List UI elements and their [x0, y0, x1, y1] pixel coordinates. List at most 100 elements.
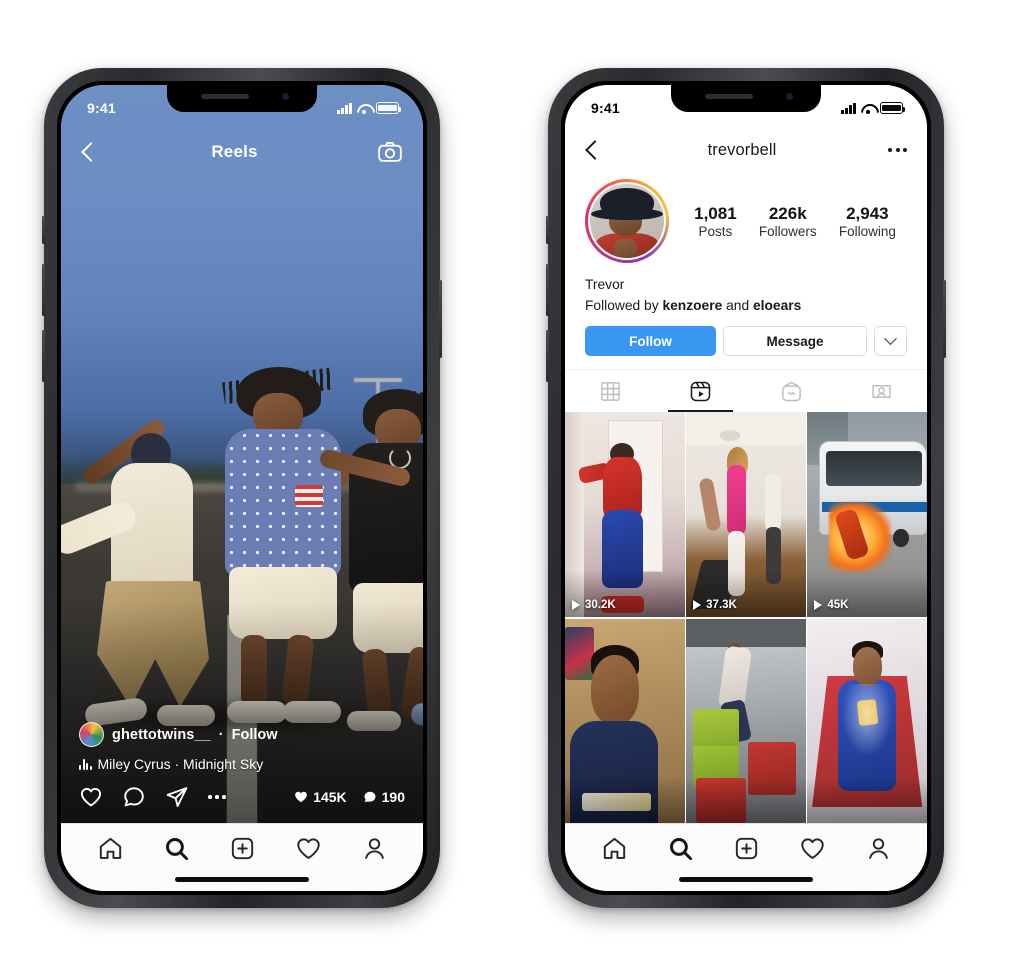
reel-video[interactable] — [61, 85, 423, 823]
nav-home[interactable] — [601, 835, 628, 862]
stat-followers-value: 226k — [768, 203, 807, 223]
nav-profile[interactable] — [361, 835, 388, 862]
comment-count: 190 — [363, 789, 405, 805]
play-icon — [572, 599, 580, 610]
view-count-2: 37.3K — [693, 599, 737, 611]
earpiece-speaker — [201, 94, 249, 99]
comment-count-value: 190 — [381, 789, 405, 805]
play-icon — [814, 599, 823, 610]
nav-activity[interactable] — [295, 835, 322, 862]
profile-screen: trevorbell 1,081 Posts 226k Followers 2,… — [565, 85, 927, 891]
stat-followers[interactable]: 226k Followers — [759, 203, 817, 239]
power-button[interactable] — [439, 280, 442, 358]
profile-header: trevorbell — [565, 125, 927, 175]
mute-switch[interactable] — [546, 216, 549, 244]
reel-audio-row[interactable]: Miley Cyrus · Midnight Sky — [79, 756, 405, 772]
stat-following-label: Following — [838, 224, 896, 240]
earpiece-speaker — [705, 94, 753, 99]
view-count-3-value: 45K — [827, 598, 849, 611]
reel-thumb-5[interactable] — [686, 618, 806, 823]
followed-by-prefix: Followed by — [585, 298, 663, 313]
like-count-value: 145K — [313, 789, 347, 805]
nav-profile[interactable] — [865, 835, 892, 862]
front-camera — [282, 93, 289, 100]
more-options-icon[interactable] — [208, 785, 226, 809]
battery-icon — [376, 102, 402, 114]
mutual-follower-2[interactable]: eloears — [753, 298, 801, 313]
reel-username[interactable]: ghettotwins__ — [112, 727, 211, 743]
reel-thumb-2[interactable]: 37.3K — [686, 412, 806, 617]
reel-thumb-3[interactable]: 45K — [807, 412, 927, 617]
stat-following-value: 2,943 — [846, 203, 889, 223]
tab-tagged[interactable] — [837, 370, 928, 412]
back-icon[interactable] — [81, 142, 92, 162]
avatar[interactable] — [79, 722, 104, 747]
battery-icon — [880, 102, 906, 114]
reel-caption: ghettotwins__ · Follow Miley Cyrus · Mid… — [79, 722, 405, 809]
wifi-icon — [861, 103, 875, 114]
view-count-1-value: 30.2K — [585, 598, 616, 611]
separator-dot: · — [218, 726, 224, 743]
display-name: Trevor — [585, 277, 625, 292]
volume-down-button[interactable] — [546, 330, 549, 382]
wifi-icon — [357, 103, 371, 114]
avatar[interactable] — [585, 179, 669, 263]
chevron-down-icon — [884, 331, 897, 345]
music-bars-icon — [79, 758, 92, 770]
reel-thumb-6[interactable] — [807, 618, 927, 823]
view-count-2-value: 37.3K — [706, 599, 737, 611]
message-button[interactable]: Message — [722, 326, 867, 356]
followed-by-text: Followed by kenzoere and eloears — [585, 298, 907, 313]
nav-home[interactable] — [97, 835, 124, 862]
power-button[interactable] — [943, 280, 946, 358]
page-title: Reels — [211, 142, 258, 161]
follow-button[interactable]: Follow — [585, 326, 716, 356]
more-options-icon[interactable] — [888, 138, 907, 162]
stat-posts[interactable]: 1,081 Posts — [694, 203, 737, 239]
tab-grid[interactable] — [565, 370, 656, 412]
share-icon[interactable] — [165, 785, 189, 809]
status-time: 9:41 — [591, 100, 620, 116]
volume-up-button[interactable] — [42, 264, 45, 316]
mutual-follower-1[interactable]: kenzoere — [662, 298, 722, 313]
nav-search[interactable] — [667, 835, 694, 862]
signal-bars-icon — [841, 102, 856, 114]
nav-create[interactable] — [229, 835, 256, 862]
reel-author-row: ghettotwins__ · Follow — [79, 722, 405, 747]
status-indicators — [841, 102, 906, 114]
camera-icon[interactable] — [377, 139, 403, 165]
more-actions-button[interactable] — [874, 326, 907, 356]
reels-header: Reels — [61, 125, 423, 179]
like-icon[interactable] — [79, 785, 103, 809]
stat-following[interactable]: 2,943 Following — [839, 203, 896, 239]
follow-link[interactable]: Follow — [232, 727, 278, 743]
signal-bars-icon — [337, 102, 352, 114]
stat-posts-value: 1,081 — [694, 203, 737, 223]
stat-posts-label: Posts — [698, 224, 733, 240]
volume-up-button[interactable] — [546, 264, 549, 316]
home-indicator-left[interactable] — [175, 877, 309, 882]
like-count: 145K — [294, 789, 347, 805]
back-icon[interactable] — [585, 140, 596, 160]
device-notch-right — [671, 85, 821, 112]
screenshot-root: 9:41 Reels ghettotwins__ · Follow Miley … — [0, 0, 1024, 973]
phone-device-left: 9:41 Reels ghettotwins__ · Follow Miley … — [42, 68, 442, 908]
profile-tabs — [565, 369, 927, 412]
nav-activity[interactable] — [799, 835, 826, 862]
comment-icon[interactable] — [122, 785, 146, 809]
mute-switch[interactable] — [42, 216, 45, 244]
profile-content: trevorbell 1,081 Posts 226k Followers 2,… — [565, 85, 927, 823]
profile-bio: Trevor Followed by kenzoere and eloears — [565, 263, 927, 313]
reel-engagement-counts: 145K 190 — [294, 789, 405, 805]
play-icon — [693, 600, 702, 610]
volume-down-button[interactable] — [42, 330, 45, 382]
home-indicator-right[interactable] — [679, 877, 813, 882]
tab-igtv[interactable] — [746, 370, 837, 412]
reel-thumb-4[interactable] — [565, 618, 685, 823]
nav-create[interactable] — [733, 835, 760, 862]
tab-reels[interactable] — [656, 370, 747, 412]
nav-search[interactable] — [163, 835, 190, 862]
profile-stats: 1,081 Posts 226k Followers 2,943 Followi… — [669, 203, 907, 239]
profile-action-buttons: Follow Message — [565, 313, 927, 356]
reel-thumb-1[interactable]: 30.2K — [565, 412, 685, 617]
